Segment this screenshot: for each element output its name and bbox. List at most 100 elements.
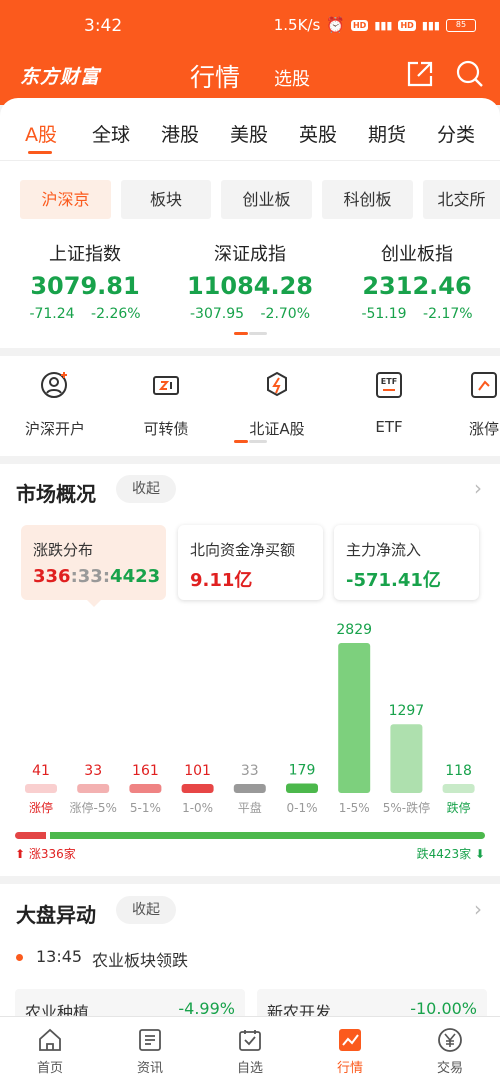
card-northbound[interactable]: 北向资金净买额 9.11亿 [178,525,323,600]
hd-icon: HD [350,19,369,31]
index-value: 2312.46 [362,272,472,300]
chart-category-label: 涨停 [29,800,53,815]
chart-value-label: 118 [445,763,472,779]
index-value: 11084.28 [186,272,313,300]
chart-value-label: 2829 [336,622,372,638]
chart-value-label: 179 [289,763,316,779]
chart-category-label: 平盘 [238,800,262,815]
pager-dot [249,440,267,443]
tab-category[interactable]: 分类 [437,120,475,147]
index-name: 上证指数 [49,244,121,265]
active-tab-indicator [28,151,52,154]
network-speed: 1.5K/s [273,16,321,34]
section-title: 市场概况 [16,482,96,506]
market-chart-icon [339,1029,361,1051]
index-change: -307.95 -2.70% [189,306,311,322]
svg-text:ETF: ETF [381,377,397,386]
tab-watchlist[interactable]: 自选 [220,1027,280,1076]
lightning-coin-icon [267,371,287,397]
bottom-tab-bar: 首页 资讯 自选 行情 交易 [0,1016,500,1083]
chart-category-label: 1-0% [182,801,213,815]
rise-fall-ratio-bar [15,832,485,839]
watchlist-icon [239,1030,261,1051]
chart-category-label: 5%-跌停 [383,800,430,815]
pager-dot-active [234,440,248,443]
index-change: -71.24 -2.26% [29,306,141,322]
chart-bar [442,784,475,793]
chart-category-label: 1-5% [339,801,370,815]
event-time: 13:45 [36,947,83,966]
card-rise-fall[interactable]: 涨跌分布 336:33:4423 [21,525,166,600]
tab-a-share[interactable]: A股 [25,120,57,147]
index-card-cyb[interactable]: 创业板指 2312.46 -51.19 -2.17% [337,240,497,322]
shortcut-limit-up[interactable]: 涨停 [455,370,500,439]
battery-icon: 85 [446,18,476,32]
tab-market[interactable]: 行情 [320,1027,380,1076]
signal-icon: ▮▮▮ [374,18,393,32]
app-logo: 东方财富 [20,66,101,88]
chevron-right-icon[interactable]: › [474,897,482,921]
chart-bar [25,784,57,793]
bond-ticket-icon [153,376,179,395]
person-plus-icon [41,372,67,398]
index-name: 深证成指 [214,244,286,265]
etf-icon: ETF [376,372,402,398]
section-title: 大盘异动 [16,903,96,927]
tab-news[interactable]: 资讯 [120,1027,180,1076]
tab-futures[interactable]: 期货 [368,120,406,147]
market-tabs: A股 全球 港股 美股 英股 期货 分类 [0,120,500,156]
chip-star[interactable]: 科创板 [322,180,413,219]
tab-home[interactable]: 首页 [20,1027,80,1076]
collapse-button[interactable]: 收起 [116,475,176,503]
chart-category-label: 涨停-5% [70,800,117,815]
chip-hushenjing[interactable]: 沪深京 [20,180,111,219]
chart-bar [286,783,318,793]
index-value: 3079.81 [30,272,140,300]
rise-count-label: ⬆ 涨336家 [15,847,76,861]
status-bar: 3:42 1.5K/s ⏰ HD ▮▮▮ HD ▮▮▮ 85 [0,0,500,50]
chip-bse[interactable]: 北交所 [423,180,500,219]
chart-bar [181,784,214,793]
tab-hk[interactable]: 港股 [161,120,199,147]
collapse-button[interactable]: 收起 [116,896,176,924]
card-main-inflow[interactable]: 主力净流入 -571.41亿 [334,525,479,600]
limit-up-icon [471,372,497,398]
tab-us[interactable]: 美股 [230,120,268,147]
shortcut-bse-a[interactable]: 北证A股 [232,370,322,439]
pager-dot [249,332,267,335]
ratio-down-segment [49,832,485,839]
event-dot [16,954,23,961]
stock-picker-link[interactable]: 选股 [274,65,310,91]
shortcut-open-account[interactable]: 沪深开户 [10,370,100,439]
pager-dot-active [234,332,248,335]
chevron-right-icon[interactable]: › [474,476,482,500]
ratio-up-segment [15,832,46,839]
chip-sector[interactable]: 板块 [121,180,211,219]
index-name: 创业板指 [381,244,453,265]
status-right: 1.5K/s ⏰ HD ▮▮▮ HD ▮▮▮ 85 [274,16,476,34]
chart-category-label: 5-1% [130,801,161,815]
tab-global[interactable]: 全球 [92,120,130,147]
shortcut-convertible-bond[interactable]: 可转债 [121,370,211,439]
card-pointer [86,599,102,607]
share-icon[interactable] [404,58,436,90]
chart-value-label: 33 [84,763,102,779]
index-card-sz[interactable]: 深证成指 11084.28 -307.95 -2.70% [170,240,330,322]
status-time: 3:42 [84,16,123,36]
chip-chinext[interactable]: 创业板 [221,180,312,219]
chart-value-label: 41 [32,763,50,779]
chart-value-label: 161 [132,763,159,779]
chart-category-label: 0-1% [286,801,317,815]
tab-trade[interactable]: 交易 [420,1027,480,1076]
search-icon[interactable] [454,58,486,90]
shortcut-etf[interactable]: ETF ETF [344,370,434,436]
chart-value-label: 101 [184,763,211,779]
hd-icon-2: HD [398,19,416,31]
tab-uk[interactable]: 英股 [299,120,337,147]
chart-category-label: 跌停 [447,800,471,815]
event-text[interactable]: 农业板块领跌 [92,947,188,971]
chart-bar [233,784,266,793]
chart-value-label: 33 [241,763,259,779]
index-card-sh[interactable]: 上证指数 3079.81 -71.24 -2.26% [5,240,165,322]
divider [0,160,500,161]
